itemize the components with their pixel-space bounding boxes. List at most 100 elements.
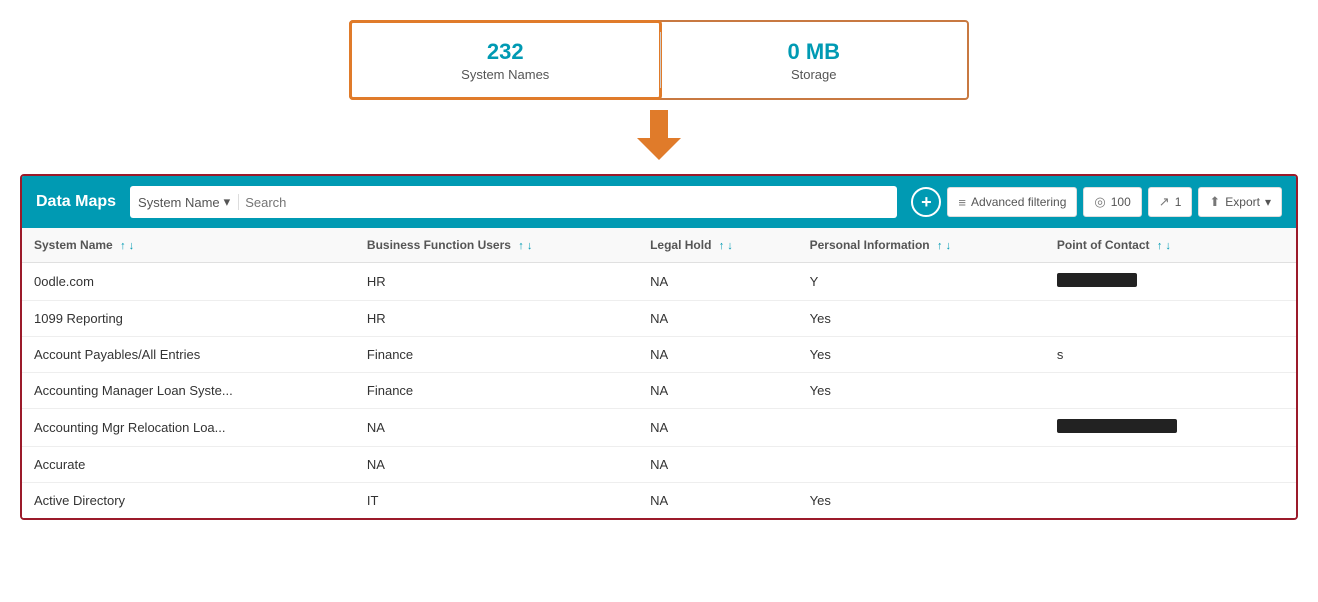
cell-actions (1260, 409, 1296, 447)
col-business-function-label: Business Function Users (367, 238, 511, 252)
chevron-down-icon: ▾ (224, 194, 231, 210)
cell-personal-info: Yes (798, 337, 1045, 373)
cell-actions (1260, 263, 1296, 301)
table-row: Account Payables/All EntriesFinanceNAYes… (22, 337, 1296, 373)
data-table: System Name ↑ ↓ Business Function Users … (22, 228, 1296, 518)
arrow-head (637, 138, 681, 160)
col-system-name-sort[interactable]: ↑ ↓ (120, 240, 134, 252)
cell-legal-hold: NA (638, 447, 798, 483)
col-personal-info[interactable]: Personal Information ↑ ↓ (798, 228, 1045, 263)
col-personal-info-sort[interactable]: ↑ ↓ (937, 240, 951, 252)
pages-label: 1 (1175, 195, 1182, 209)
plus-icon: + (921, 192, 932, 213)
storage-stat: 0 MB Storage (661, 22, 968, 98)
cell-legal-hold: NA (638, 263, 798, 301)
table-row: Active DirectoryITNAYes (22, 483, 1296, 519)
search-input[interactable] (245, 195, 889, 210)
pages-icon: ↗ (1159, 194, 1170, 210)
cell-actions (1260, 447, 1296, 483)
cell-poc: s (1045, 337, 1260, 373)
col-legal-hold[interactable]: Legal Hold ↑ ↓ (638, 228, 798, 263)
cell-system-name[interactable]: Accounting Mgr Relocation Loa... (22, 409, 355, 447)
col-actions (1260, 228, 1296, 263)
cell-personal-info: Yes (798, 483, 1045, 519)
redacted-value (1057, 273, 1137, 287)
count-icon: ◎ (1094, 194, 1105, 210)
arrow-shaft (650, 110, 668, 138)
cell-system-name[interactable]: 1099 Reporting (22, 301, 355, 337)
col-business-function[interactable]: Business Function Users ↑ ↓ (355, 228, 638, 263)
cell-legal-hold: NA (638, 301, 798, 337)
table-row: 1099 ReportingHRNAYes (22, 301, 1296, 337)
export-icon: ⬆ (1209, 194, 1220, 210)
storage-count: 0 MB (787, 39, 840, 65)
export-button[interactable]: ⬆ Export ▾ (1198, 187, 1282, 217)
col-legal-hold-sort[interactable]: ↑ ↓ (719, 240, 733, 252)
cell-poc (1045, 447, 1260, 483)
col-poc-label: Point of Contact (1057, 238, 1150, 252)
col-personal-info-label: Personal Information (810, 238, 930, 252)
cell-business-function: Finance (355, 337, 638, 373)
col-poc[interactable]: Point of Contact ↑ ↓ (1045, 228, 1260, 263)
col-system-name[interactable]: System Name ↑ ↓ (22, 228, 355, 263)
cell-legal-hold: NA (638, 409, 798, 447)
system-names-count: 232 (487, 39, 524, 65)
cell-system-name[interactable]: Accounting Manager Loan Syste... (22, 373, 355, 409)
header-actions: + ≡ Advanced filtering ◎ 100 ↗ 1 ⬆ Expor… (911, 187, 1282, 217)
cell-business-function: NA (355, 409, 638, 447)
export-label: Export (1225, 195, 1260, 209)
cell-business-function: HR (355, 263, 638, 301)
system-names-stat: 232 System Names (349, 20, 662, 100)
cell-actions (1260, 301, 1296, 337)
cell-legal-hold: NA (638, 483, 798, 519)
cell-system-name[interactable]: 0odle.com (22, 263, 355, 301)
table-row: Accounting Mgr Relocation Loa...NANA (22, 409, 1296, 447)
redacted-value-wide (1057, 419, 1177, 433)
stats-section: 232 System Names 0 MB Storage (20, 20, 1298, 100)
table-row: AccurateNANA (22, 447, 1296, 483)
cell-personal-info: Yes (798, 301, 1045, 337)
system-names-label: System Names (461, 67, 549, 82)
cell-system-name[interactable]: Active Directory (22, 483, 355, 519)
cell-actions (1260, 337, 1296, 373)
table-header: Data Maps System Name ▾ + ≡ Advanced fil… (22, 176, 1296, 228)
search-filter-label: System Name (138, 195, 220, 210)
cell-business-function: IT (355, 483, 638, 519)
cell-poc (1045, 409, 1260, 447)
col-legal-hold-label: Legal Hold (650, 238, 711, 252)
table-row: 0odle.comHRNAY (22, 263, 1296, 301)
export-chevron-icon: ▾ (1265, 195, 1271, 209)
advanced-filtering-label: Advanced filtering (971, 195, 1066, 209)
cell-personal-info: Yes (798, 373, 1045, 409)
col-poc-sort[interactable]: ↑ ↓ (1157, 240, 1171, 252)
down-arrow-container (20, 110, 1298, 160)
search-area[interactable]: System Name ▾ (130, 186, 897, 218)
cell-legal-hold: NA (638, 373, 798, 409)
cell-personal-info: Y (798, 263, 1045, 301)
stats-box: 232 System Names 0 MB Storage (349, 20, 969, 100)
storage-label: Storage (791, 67, 837, 82)
cell-personal-info (798, 409, 1045, 447)
cell-poc (1045, 263, 1260, 301)
cell-business-function: HR (355, 301, 638, 337)
advanced-filtering-button[interactable]: ≡ Advanced filtering (947, 187, 1077, 217)
pages-button[interactable]: ↗ 1 (1148, 187, 1193, 217)
table-header-row: System Name ↑ ↓ Business Function Users … (22, 228, 1296, 263)
filter-icon: ≡ (958, 195, 966, 210)
add-button[interactable]: + (911, 187, 941, 217)
cell-system-name[interactable]: Account Payables/All Entries (22, 337, 355, 373)
cell-legal-hold: NA (638, 337, 798, 373)
search-filter-dropdown[interactable]: System Name ▾ (138, 194, 239, 210)
table-title: Data Maps (36, 193, 116, 211)
table-row: Accounting Manager Loan Syste...FinanceN… (22, 373, 1296, 409)
cell-business-function: Finance (355, 373, 638, 409)
cell-actions (1260, 483, 1296, 519)
cell-business-function: NA (355, 447, 638, 483)
cell-poc (1045, 301, 1260, 337)
cell-poc (1045, 373, 1260, 409)
col-business-function-sort[interactable]: ↑ ↓ (518, 240, 532, 252)
cell-system-name[interactable]: Accurate (22, 447, 355, 483)
data-maps-container: Data Maps System Name ▾ + ≡ Advanced fil… (20, 174, 1298, 520)
cell-personal-info (798, 447, 1045, 483)
count-button[interactable]: ◎ 100 (1083, 187, 1141, 217)
